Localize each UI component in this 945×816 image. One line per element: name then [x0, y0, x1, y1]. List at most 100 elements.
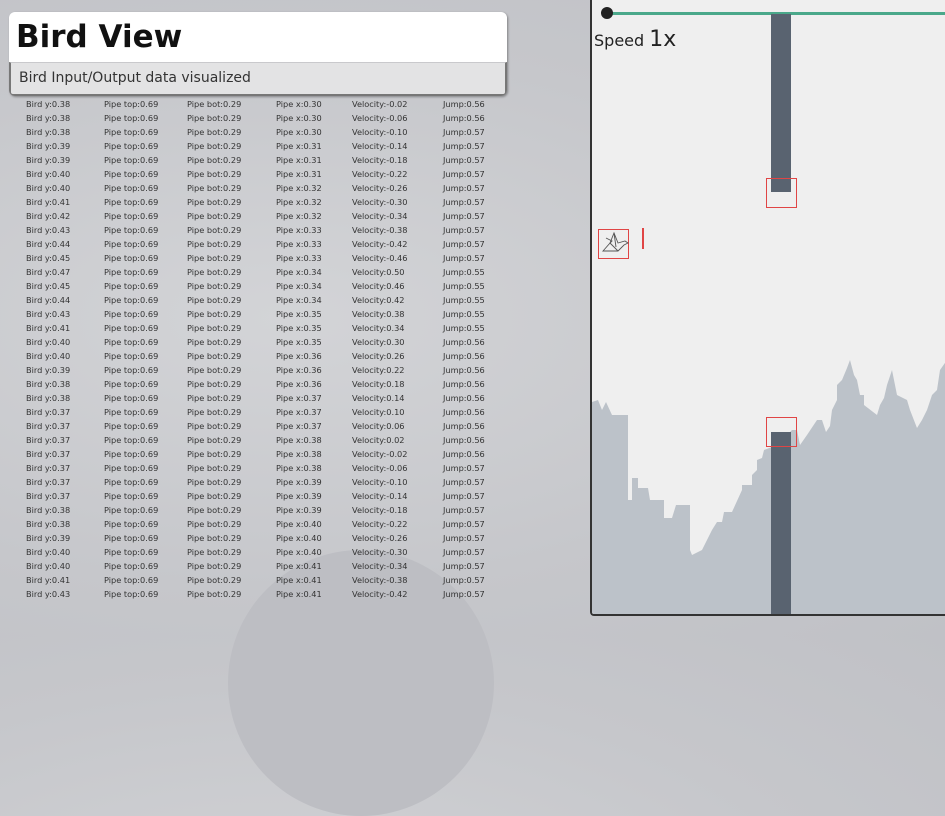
pipe-bottom [771, 432, 791, 614]
table-cell: Pipe top:0.69 [104, 561, 159, 571]
table-row: Bird y:0.41 Pipe top:0.69 Pipe bot:0.29 Pip… [13, 573, 493, 587]
table-cell: Jump:0.57 [443, 127, 485, 137]
table-cell: Bird y:0.38 [26, 505, 71, 515]
table-cell: Velocity:-0.46 [352, 253, 408, 263]
table-cell: Pipe x:0.33 [276, 225, 322, 235]
table-cell: Pipe top:0.69 [104, 295, 159, 305]
table-cell: Pipe bot:0.29 [187, 323, 242, 333]
table-row: Bird y:0.37 Pipe top:0.69 Pipe bot:0.29 Pip… [13, 461, 493, 475]
table-cell: Jump:0.56 [443, 449, 485, 459]
table-cell: Pipe bot:0.29 [187, 351, 242, 361]
table-cell: Bird y:0.41 [26, 323, 71, 333]
table-cell: Velocity:0.14 [352, 393, 405, 403]
table-cell: Pipe top:0.69 [104, 449, 159, 459]
table-row: Bird y:0.41 Pipe top:0.69 Pipe bot:0.29 Pip… [13, 321, 493, 335]
table-cell: Jump:0.56 [443, 407, 485, 417]
table-cell: Velocity:-0.42 [352, 589, 408, 599]
table-cell: Jump:0.57 [443, 547, 485, 557]
table-cell: Velocity:-0.14 [352, 491, 408, 501]
table-cell: Pipe top:0.69 [104, 113, 159, 123]
table-cell: Jump:0.57 [443, 183, 485, 193]
table-cell: Pipe bot:0.29 [187, 533, 242, 543]
table-cell: Pipe top:0.69 [104, 463, 159, 473]
table-cell: Pipe x:0.38 [276, 463, 322, 473]
table-cell: Pipe top:0.69 [104, 99, 159, 109]
table-cell: Bird y:0.38 [26, 99, 71, 109]
table-cell: Pipe top:0.69 [104, 155, 159, 165]
table-row: Bird y:0.37 Pipe top:0.69 Pipe bot:0.29 Pip… [13, 419, 493, 433]
table-row: Bird y:0.44 Pipe top:0.69 Pipe bot:0.29 Pip… [13, 237, 493, 251]
table-cell: Bird y:0.40 [26, 561, 71, 571]
table-cell: Bird y:0.37 [26, 407, 71, 417]
table-cell: Pipe x:0.41 [276, 561, 322, 571]
table-row: Bird y:0.40 Pipe top:0.69 Pipe bot:0.29 Pip… [13, 349, 493, 363]
table-cell: Pipe x:0.37 [276, 407, 322, 417]
table-cell: Pipe x:0.32 [276, 197, 322, 207]
table-cell: Pipe x:0.33 [276, 239, 322, 249]
table-cell: Pipe top:0.69 [104, 505, 159, 515]
table-cell: Pipe bot:0.29 [187, 309, 242, 319]
table-cell: Pipe bot:0.29 [187, 169, 242, 179]
table-cell: Velocity:0.22 [352, 365, 405, 375]
table-row: Bird y:0.41 Pipe top:0.69 Pipe bot:0.29 Pip… [13, 195, 493, 209]
table-cell: Pipe x:0.41 [276, 589, 322, 599]
table-cell: Pipe top:0.69 [104, 435, 159, 445]
bird-data-log: Bird y:0.38 Pipe top:0.69 Pipe bot:0.29 Pip… [13, 97, 493, 601]
table-cell: Pipe top:0.69 [104, 351, 159, 361]
table-cell: Pipe top:0.69 [104, 141, 159, 151]
table-row: Bird y:0.37 Pipe top:0.69 Pipe bot:0.29 Pip… [13, 405, 493, 419]
table-row: Bird y:0.39 Pipe top:0.69 Pipe bot:0.29 Pip… [13, 153, 493, 167]
table-cell: Jump:0.56 [443, 365, 485, 375]
table-row: Bird y:0.38 Pipe top:0.69 Pipe bot:0.29 Pip… [13, 391, 493, 405]
table-cell: Velocity:0.26 [352, 351, 405, 361]
table-cell: Pipe bot:0.29 [187, 519, 242, 529]
table-cell: Pipe bot:0.29 [187, 491, 242, 501]
table-cell: Velocity:-0.10 [352, 127, 408, 137]
table-cell: Velocity:-0.26 [352, 533, 408, 543]
table-cell: Pipe x:0.40 [276, 519, 322, 529]
table-cell: Bird y:0.37 [26, 449, 71, 459]
table-cell: Pipe bot:0.29 [187, 407, 242, 417]
pipe-top-hitbox [766, 178, 797, 208]
table-cell: Pipe top:0.69 [104, 533, 159, 543]
table-cell: Bird y:0.40 [26, 337, 71, 347]
table-cell: Velocity:-0.42 [352, 239, 408, 249]
table-cell: Jump:0.56 [443, 351, 485, 361]
table-cell: Pipe x:0.30 [276, 127, 322, 137]
table-cell: Pipe bot:0.29 [187, 589, 242, 599]
table-row: Bird y:0.37 Pipe top:0.69 Pipe bot:0.29 Pip… [13, 475, 493, 489]
table-row: Bird y:0.43 Pipe top:0.69 Pipe bot:0.29 Pip… [13, 223, 493, 237]
table-cell: Pipe bot:0.29 [187, 267, 242, 277]
table-row: Bird y:0.45 Pipe top:0.69 Pipe bot:0.29 Pip… [13, 279, 493, 293]
table-cell: Pipe bot:0.29 [187, 99, 242, 109]
table-cell: Pipe bot:0.29 [187, 477, 242, 487]
city-skyline [592, 360, 945, 614]
table-cell: Velocity:-0.22 [352, 519, 408, 529]
table-cell: Bird y:0.40 [26, 351, 71, 361]
table-cell: Pipe top:0.69 [104, 477, 159, 487]
table-cell: Pipe top:0.69 [104, 253, 159, 263]
pipe-bottom-hitbox [766, 417, 797, 447]
table-cell: Bird y:0.39 [26, 365, 71, 375]
table-cell: Velocity:0.10 [352, 407, 405, 417]
table-cell: Jump:0.57 [443, 505, 485, 515]
table-row: Bird y:0.42 Pipe top:0.69 Pipe bot:0.29 Pip… [13, 209, 493, 223]
table-cell: Pipe x:0.40 [276, 533, 322, 543]
table-cell: Pipe top:0.69 [104, 267, 159, 277]
table-cell: Jump:0.57 [443, 239, 485, 249]
table-cell: Pipe top:0.69 [104, 491, 159, 501]
table-row: Bird y:0.40 Pipe top:0.69 Pipe bot:0.29 Pip… [13, 335, 493, 349]
table-cell: Velocity:0.38 [352, 309, 405, 319]
table-row: Bird y:0.37 Pipe top:0.69 Pipe bot:0.29 Pip… [13, 447, 493, 461]
table-cell: Velocity:-0.38 [352, 225, 408, 235]
table-cell: Pipe x:0.32 [276, 183, 322, 193]
table-cell: Jump:0.57 [443, 463, 485, 473]
table-cell: Bird y:0.47 [26, 267, 71, 277]
bird-icon [602, 231, 629, 252]
table-cell: Pipe top:0.69 [104, 211, 159, 221]
table-cell: Pipe x:0.35 [276, 309, 322, 319]
table-cell: Pipe top:0.69 [104, 421, 159, 431]
page-subtitle: Bird Input/Output data visualized [9, 62, 507, 96]
table-cell: Pipe top:0.69 [104, 393, 159, 403]
table-cell: Bird y:0.37 [26, 435, 71, 445]
